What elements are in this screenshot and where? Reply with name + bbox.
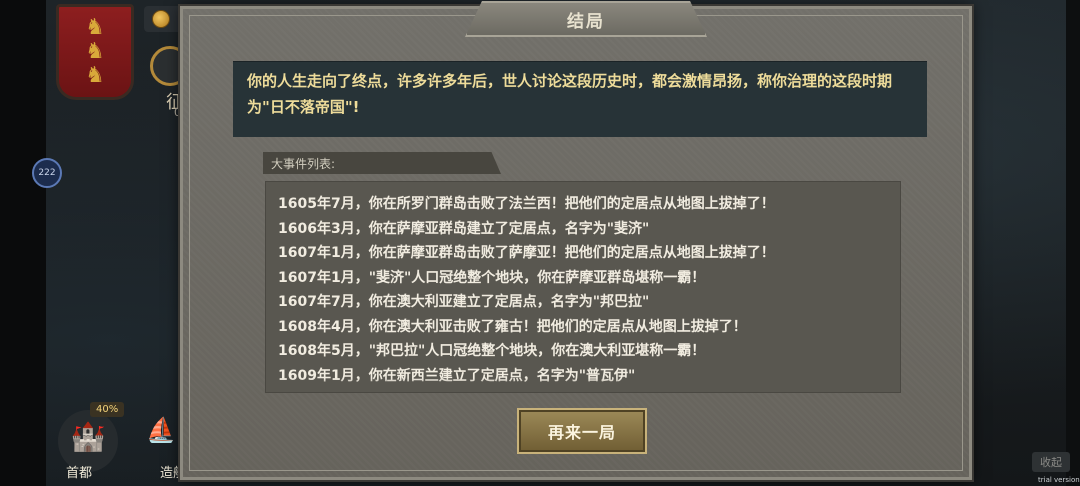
events-header-tab: 大事件列表: [263, 152, 501, 174]
ship-icon[interactable]: ⛵ [146, 416, 180, 456]
events-list[interactable]: 1605年7月，你在所罗门群岛击败了法兰西！把他们的定居点从地图上拔掉了！ 16… [265, 181, 901, 393]
right-edge-bar [1066, 0, 1080, 486]
collapse-button[interactable]: 收起 [1032, 452, 1070, 472]
ending-message: 你的人生走向了终点，许多许多年后，世人讨论这段历史时，都会激情昂扬，称你治理的这… [247, 72, 893, 116]
ending-message-box: 你的人生走向了终点，许多许多年后，世人讨论这段历史时，都会激情昂扬，称你治理的这… [233, 61, 927, 137]
capital-label: 首都 [66, 466, 93, 481]
trial-version-tag: trial version [1038, 476, 1080, 484]
replay-button-label: 再来一局 [547, 423, 616, 442]
notification-badge[interactable]: 222 [32, 158, 62, 188]
dialog-title: 结局 [567, 11, 605, 32]
event-item: 1606年3月，你在萨摩亚群岛建立了定居点，名字为"斐济" [278, 220, 650, 237]
ending-dialog: 结局 你的人生走向了终点，许多许多年后，世人讨论这段历史时，都会激情昂扬，称你治… [180, 1, 972, 480]
event-item: 1607年1月，"斐济"人口冠绝整个地块，你在萨摩亚群岛堪称一霸！ [278, 269, 706, 286]
dialog-title-plate: 结局 [465, 1, 707, 37]
gold-coin-icon [152, 10, 170, 28]
left-edge-bar [0, 0, 46, 486]
event-item: 1608年5月，"邦巴拉"人口冠绝整个地块，你在澳大利亚堪称一霸！ [278, 343, 706, 359]
replay-button[interactable]: 再来一局 [517, 408, 647, 454]
event-item: 1608年4月，你在澳大利亚击败了雍古！把他们的定居点从地图上拔掉了！ [278, 318, 747, 335]
event-item: 1607年1月，你在萨摩亚群岛击败了萨摩亚！把他们的定居点从地图上拔掉了！ [278, 245, 775, 261]
nation-crest[interactable]: ♞ ♞ ♞ [56, 4, 134, 100]
capital-percent-badge: 40% [90, 402, 125, 417]
castle-icon: 🏰 [70, 420, 106, 453]
event-item: 1607年7月，你在澳大利亚建立了定居点，名字为"邦巴拉" [278, 294, 650, 310]
lion-emblem-icon: ♞ ♞ ♞ [85, 15, 105, 88]
event-item: 1605年7月，你在所罗门群岛击败了法兰西！把他们的定居点从地图上拔掉了！ [278, 196, 775, 212]
events-fade [266, 378, 900, 392]
events-header: 大事件列表: [271, 156, 336, 171]
